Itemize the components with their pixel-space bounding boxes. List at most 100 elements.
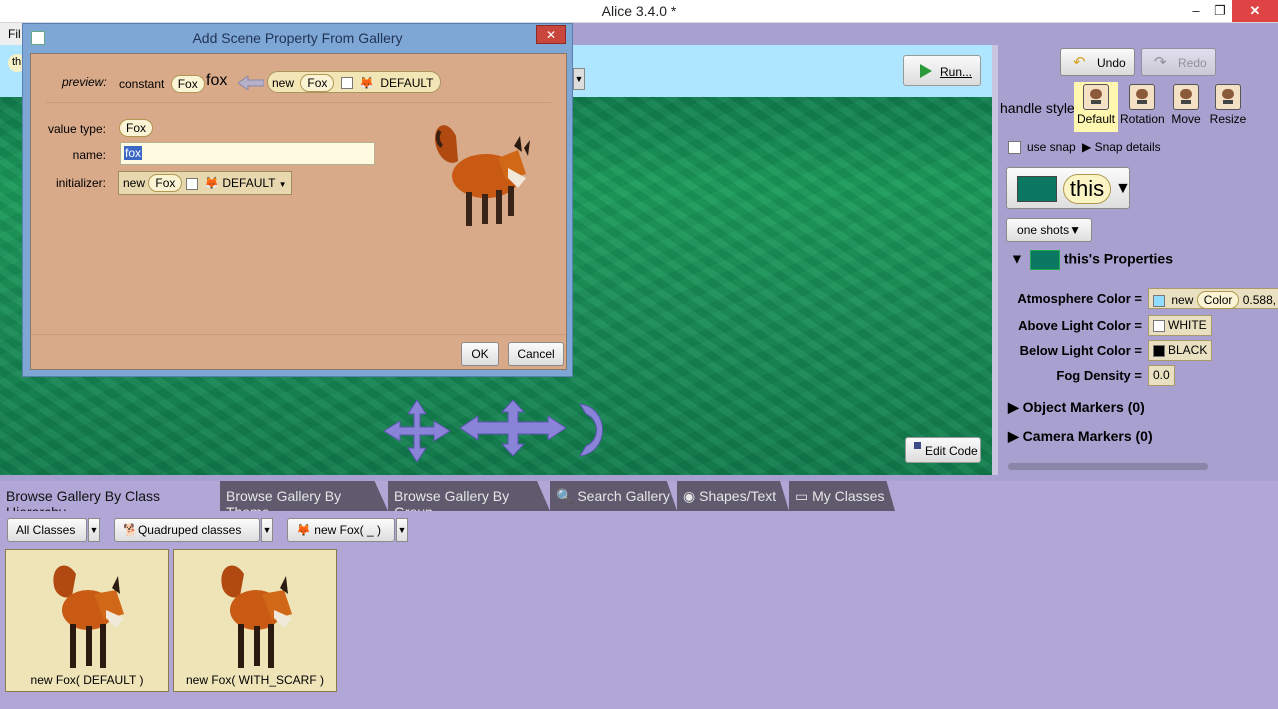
move-horizontal-manipulator-icon[interactable] bbox=[382, 400, 452, 462]
fox-mini-icon: 🦊 bbox=[296, 523, 311, 537]
properties-header[interactable]: ▼ this's Properties bbox=[1010, 250, 1173, 270]
initializer-expression[interactable]: new Fox 🦊 DEFAULT ▼ bbox=[118, 171, 292, 195]
tab-group[interactable]: Browse Gallery By Group bbox=[388, 481, 550, 511]
card-caption: new Fox( DEFAULT ) bbox=[30, 673, 144, 687]
tab-shapes-text[interactable]: ◉ Shapes/Text bbox=[677, 481, 789, 511]
rotate-manipulator-icon[interactable] bbox=[576, 400, 608, 460]
dialog-close-button[interactable]: ✕ bbox=[536, 25, 566, 44]
assign-arrow-icon bbox=[238, 76, 264, 90]
white-swatch bbox=[1153, 319, 1165, 332]
gallery-panel: All Classes ▼ 🐕Quadruped classes ▼ 🦊 new… bbox=[0, 511, 1278, 709]
value-type-label: value type: bbox=[47, 122, 106, 136]
init-arg-box-icon bbox=[185, 177, 198, 190]
quadruped-label: Quadruped classes bbox=[137, 523, 242, 537]
preview-constant: constant Fox bbox=[119, 75, 205, 93]
fox-preview-image bbox=[435, 125, 530, 226]
object-markers-label: Object Markers (0) bbox=[1022, 399, 1145, 415]
below-light-label: Below Light Color = bbox=[1019, 343, 1142, 358]
fog-density-text: 0.0 bbox=[1153, 368, 1170, 382]
object-color-swatch bbox=[1017, 176, 1057, 202]
name-label: name: bbox=[72, 148, 106, 162]
black-swatch bbox=[1153, 344, 1165, 357]
close-window-button[interactable]: ✕ bbox=[1232, 0, 1278, 22]
camera-markers-toggle[interactable]: ▶ Camera Markers (0) bbox=[1008, 428, 1153, 445]
fox-type-chip: Fox bbox=[300, 74, 335, 92]
initializer-label: initializer: bbox=[55, 176, 106, 190]
gallery-card-fox-with-scarf[interactable]: new Fox( WITH_SCARF ) bbox=[173, 549, 337, 692]
quadruped-icon: 🐕 bbox=[123, 523, 138, 537]
undo-icon: ↶ bbox=[1073, 54, 1086, 71]
scene-dropdown-arrow[interactable]: ▼ bbox=[573, 68, 585, 90]
init-dropdown-icon[interactable]: ▼ bbox=[279, 180, 287, 189]
tab-shapes-label: Shapes/Text bbox=[699, 488, 777, 504]
handle-default[interactable]: Default bbox=[1074, 82, 1118, 132]
right-panel: ↶ Undo ↷ Redo handle style: Default Rota… bbox=[992, 45, 1278, 475]
resize-handle-icon bbox=[1215, 84, 1241, 110]
properties-swatch bbox=[1029, 250, 1060, 270]
object-markers-toggle[interactable]: ▶ Object Markers (0) bbox=[1008, 399, 1145, 416]
undo-label: Undo bbox=[1097, 56, 1126, 70]
undo-button[interactable]: ↶ Undo bbox=[1060, 48, 1135, 76]
card-caption: new Fox( WITH_SCARF ) bbox=[185, 673, 324, 687]
search-icon: 🔍 bbox=[556, 488, 574, 504]
init-default-arg[interactable]: DEFAULT bbox=[222, 176, 275, 190]
new-keyword: new bbox=[272, 76, 295, 90]
constant-keyword: constant bbox=[119, 77, 165, 91]
below-light-value[interactable]: BLACK bbox=[1148, 340, 1213, 361]
atmosphere-new: new bbox=[1171, 293, 1194, 307]
handle-rotation[interactable]: Rotation bbox=[1120, 82, 1165, 132]
tab-theme[interactable]: Browse Gallery By Theme bbox=[220, 481, 388, 511]
move-depth-manipulator-icon[interactable] bbox=[460, 400, 566, 456]
folder-icon: ▭ bbox=[795, 488, 809, 504]
edit-code-label: Edit Code bbox=[925, 444, 978, 458]
init-new-keyword: new bbox=[123, 176, 146, 190]
quadruped-classes-button[interactable]: 🐕Quadruped classes bbox=[114, 518, 260, 542]
below-light-row: Below Light Color = BLACK bbox=[998, 340, 1278, 362]
code-icon bbox=[914, 442, 921, 449]
gallery-card-fox-default[interactable]: new Fox( DEFAULT ) bbox=[5, 549, 169, 692]
one-shots-label: one shots bbox=[1017, 223, 1070, 237]
cancel-button[interactable]: Cancel bbox=[508, 342, 564, 366]
play-icon bbox=[920, 64, 932, 78]
horizontal-scrollbar[interactable] bbox=[1008, 463, 1208, 470]
one-shots-button[interactable]: one shots▼ bbox=[1006, 218, 1092, 242]
tab-class-hierarchy[interactable]: Browse Gallery By Class Hierarchy bbox=[0, 481, 220, 511]
ok-button[interactable]: OK bbox=[461, 342, 499, 366]
redo-label: Redo bbox=[1178, 56, 1207, 70]
fox-mini-icon: 🦊 bbox=[359, 76, 375, 90]
redo-icon: ↷ bbox=[1154, 54, 1167, 71]
new-fox-dropdown[interactable]: ▼ bbox=[396, 518, 408, 542]
dropdown-arrow-icon[interactable]: ▼ bbox=[1115, 180, 1131, 198]
fog-density-value[interactable]: 0.0 bbox=[1148, 365, 1175, 386]
init-fox-mini-icon: 🦊 bbox=[204, 176, 220, 190]
preview-name: fox bbox=[206, 72, 228, 89]
use-snap-checkbox[interactable]: use snap bbox=[1008, 140, 1076, 155]
handle-move[interactable]: Move bbox=[1164, 82, 1208, 132]
checkbox-icon bbox=[1008, 141, 1021, 155]
above-light-value[interactable]: WHITE bbox=[1148, 315, 1212, 336]
new-fox-button[interactable]: 🦊 new Fox( _ ) bbox=[287, 518, 395, 542]
above-light-label: Above Light Color = bbox=[1018, 318, 1142, 333]
edit-code-button[interactable]: Edit Code bbox=[905, 437, 981, 463]
init-fox-chip: Fox bbox=[148, 174, 183, 192]
redo-button[interactable]: ↷ Redo bbox=[1141, 48, 1216, 76]
name-input[interactable]: fox bbox=[120, 142, 375, 165]
snap-details-toggle[interactable]: ▶ Snap details bbox=[1082, 140, 1161, 154]
add-scene-property-dialog: Add Scene Property From Gallery ✕ previe… bbox=[22, 23, 573, 377]
all-classes-dropdown[interactable]: ▼ bbox=[88, 518, 100, 542]
gallery-tabs: Browse Gallery By Class Hierarchy Browse… bbox=[0, 481, 1278, 511]
atmosphere-color-value[interactable]: new Color 0.588, bbox=[1148, 288, 1278, 309]
all-classes-button[interactable]: All Classes bbox=[7, 518, 87, 542]
tab-search[interactable]: 🔍 Search Gallery bbox=[550, 481, 677, 511]
this-chip: this bbox=[1063, 174, 1111, 204]
expand-triangle-icon: ▶ bbox=[1082, 140, 1092, 154]
menu-file[interactable]: Fil bbox=[8, 27, 21, 41]
rotation-handle-icon bbox=[1129, 84, 1155, 110]
handle-resize[interactable]: Resize bbox=[1206, 82, 1250, 132]
quadruped-dropdown[interactable]: ▼ bbox=[261, 518, 273, 542]
tab-my-classes[interactable]: ▭ My Classes bbox=[789, 481, 895, 511]
dialog-body: preview: constant Fox fox new Fox 🦊 DEFA… bbox=[30, 53, 567, 370]
run-button[interactable]: Run... bbox=[903, 55, 981, 86]
selected-object-combo[interactable]: this ▼ bbox=[1006, 167, 1131, 209]
maximize-button[interactable]: ❐ bbox=[1206, 0, 1234, 22]
